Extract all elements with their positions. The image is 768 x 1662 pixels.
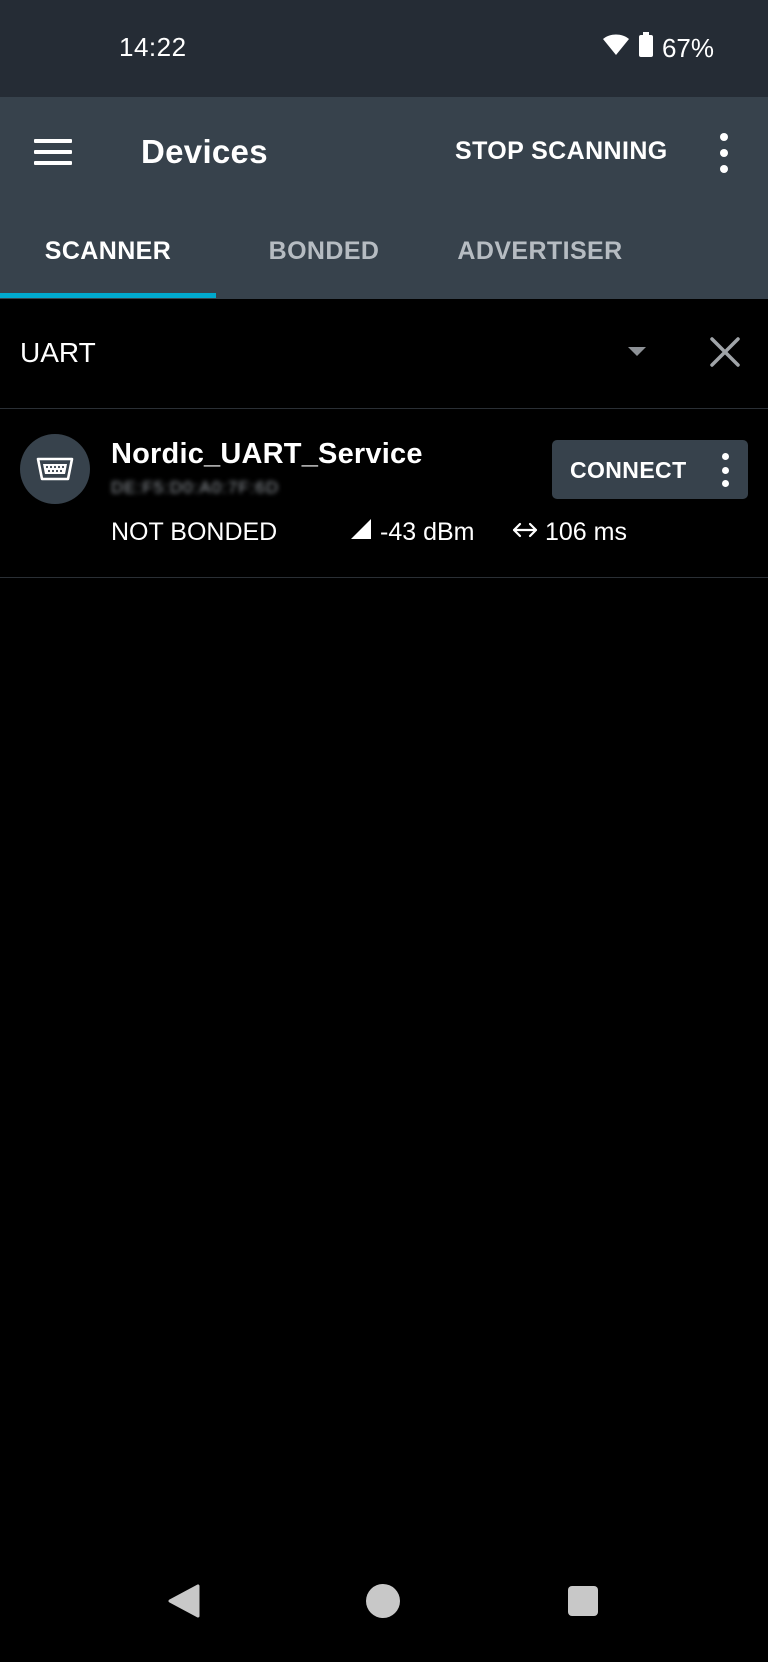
connect-button[interactable]: CONNECT [552,440,748,499]
system-nav-bar [0,1570,768,1662]
status-icons: 67% [602,32,714,65]
tab-advertiser[interactable]: ADVERTISER [432,215,648,299]
close-icon[interactable] [708,335,742,369]
interval-arrows-icon [511,518,539,547]
page-title: Devices [141,133,268,170]
home-icon[interactable] [366,1584,400,1618]
more-vert-icon[interactable] [712,133,736,173]
status-bar: 14:22 67% [0,0,768,97]
filter-bar: UART [0,299,768,409]
menu-icon[interactable] [34,131,76,173]
battery-icon [638,32,654,65]
connect-more-icon[interactable] [716,453,734,487]
stop-scanning-button[interactable]: STOP SCANNING [455,137,668,166]
tab-bonded[interactable]: BONDED [216,215,432,299]
device-list-item[interactable]: Nordic_UART_Service DE:F5:D0:A0:7F:6D NO… [0,410,768,578]
back-icon[interactable] [168,1584,200,1623]
signal-icon [350,518,372,547]
dropdown-arrow-icon[interactable] [628,347,646,356]
interval-value: 106 ms [545,518,627,546]
connect-label: CONNECT [570,457,687,483]
filter-input[interactable]: UART [20,337,96,369]
wifi-icon [602,33,630,64]
app-bar: Devices STOP SCANNING SCANNER BONDED ADV… [0,97,768,299]
tab-bar: SCANNER BONDED ADVERTISER [0,215,768,299]
interval-readout: 106 ms [511,518,627,547]
tab-scanner[interactable]: SCANNER [0,215,216,299]
device-name: Nordic_UART_Service [111,438,423,470]
rssi-readout: -43 dBm [350,518,474,547]
bond-status: NOT BONDED [111,518,278,546]
status-time: 14:22 [119,32,187,62]
battery-percent: 67% [661,33,714,63]
rssi-value: -43 dBm [380,518,475,546]
serial-port-icon [20,434,90,504]
tab-indicator [0,293,216,298]
device-address: DE:F5:D0:A0:7F:6D [111,478,280,497]
recents-icon[interactable] [568,1586,598,1616]
